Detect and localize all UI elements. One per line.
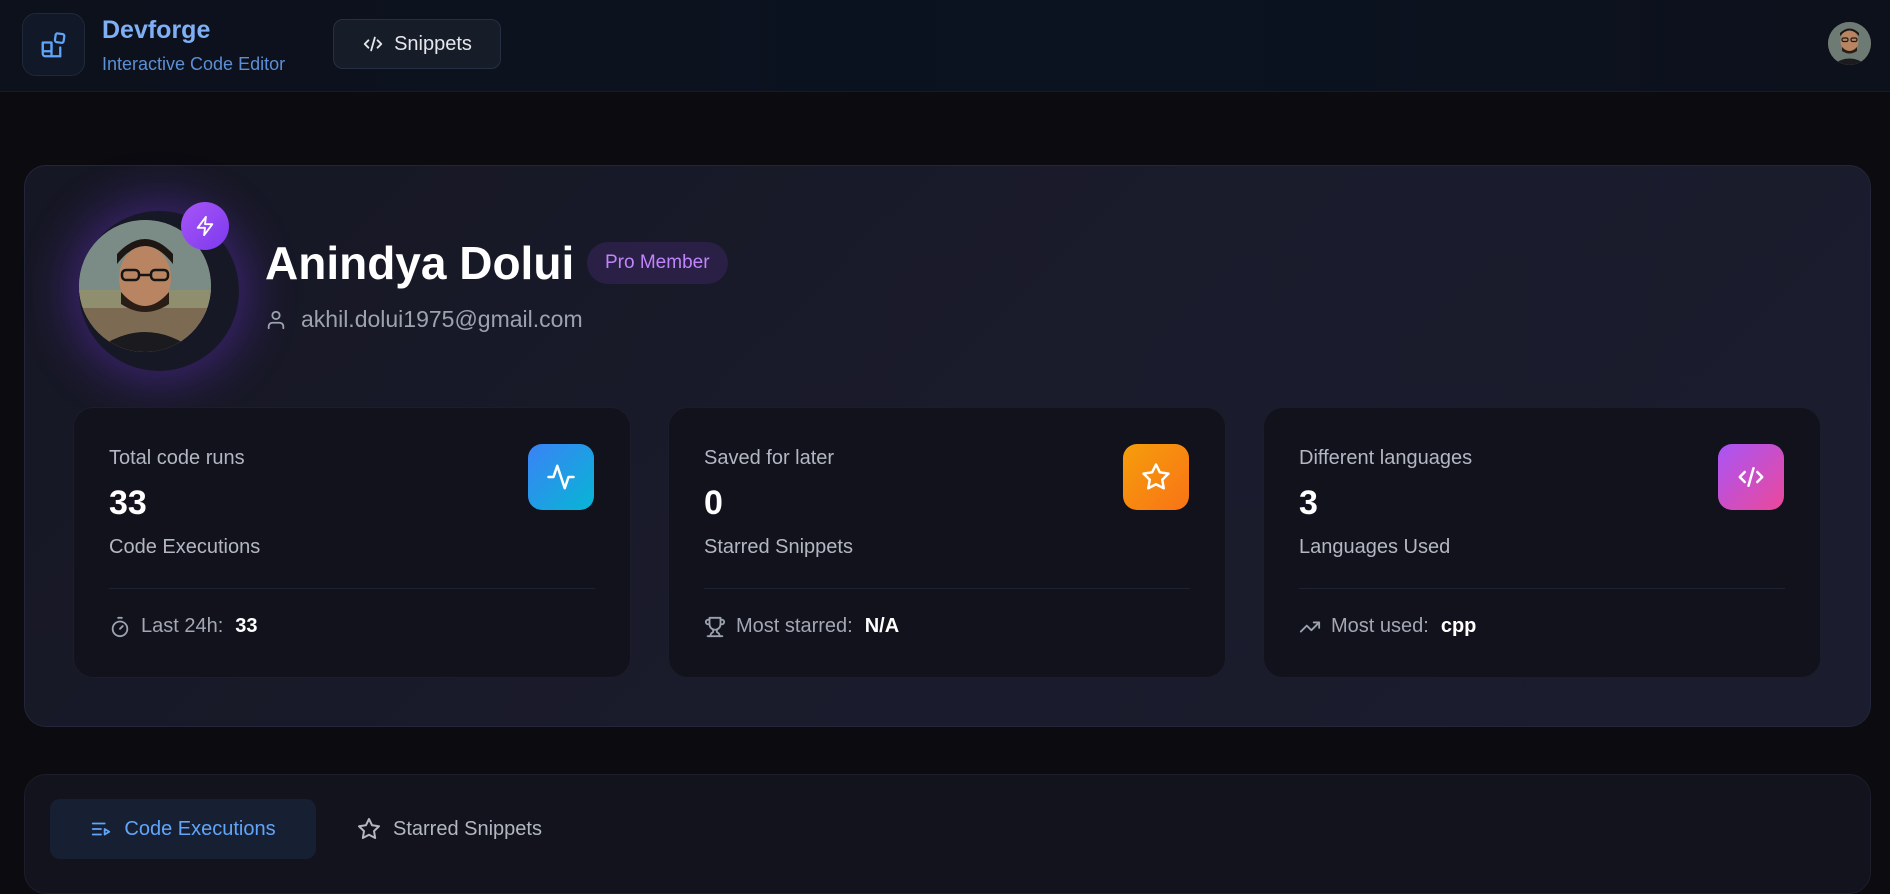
email-row: akhil.dolui1975@gmail.com [265,306,583,333]
stat-value: 0 [704,484,723,522]
stat-footer-label: Last 24h: [141,615,224,637]
code-icon [363,36,383,52]
logo[interactable] [22,13,85,76]
brand-name: Devforge [102,16,211,44]
activity-icon [547,464,575,490]
tab-label: Code Executions [124,817,276,840]
stat-sub: Starred Snippets [704,536,853,558]
stat-icon-box [528,444,594,510]
stat-footer-value: N/A [864,615,900,637]
trophy-icon [704,616,726,637]
stat-footer-value: cpp [1440,615,1477,637]
divider [109,588,595,589]
brand-subtitle: Interactive Code Editor [102,54,286,74]
stat-card-saved: Saved for later 0 Starred Snippets Most … [668,407,1226,678]
stat-footer: Most used: cpp [1299,615,1476,638]
user-avatar-button[interactable] [1828,22,1871,65]
avatar-photo [1828,22,1871,65]
stat-value: 33 [109,484,147,522]
pro-bolt-badge [181,202,229,250]
user-email: akhil.dolui1975@gmail.com [301,306,583,332]
stat-footer-label: Most starred: [736,615,853,637]
stat-footer: Last 24h: 33 [109,615,258,638]
user-name: Anindya Dolui [265,237,575,289]
stat-label: Saved for later [704,447,835,469]
tabs-card: Code Executions Starred Snippets [24,774,1871,894]
stat-sub: Languages Used [1299,536,1451,558]
user-icon [267,310,285,329]
stat-icon-box [1718,444,1784,510]
trending-up-icon [1299,621,1321,632]
stat-value: 3 [1299,484,1318,522]
list-video-icon [92,822,111,836]
top-header: Devforge Interactive Code Editor Snippet… [0,0,1890,92]
stat-card-languages: Different languages 3 Languages Used Mos… [1263,407,1821,678]
star-icon [358,818,380,840]
stat-footer: Most starred: N/A [704,615,899,638]
divider [704,588,1190,589]
stat-label: Total code runs [109,447,245,469]
pro-member-badge: Pro Member [587,242,728,284]
tab-starred-snippets[interactable]: Starred Snippets [357,799,577,859]
snippets-button-label: Snippets [394,32,472,55]
zap-icon [196,215,214,237]
stat-sub: Code Executions [109,536,261,558]
profile-card: Anindya Dolui Pro Member akhil.dolui1975… [24,165,1871,727]
stat-footer-label: Most used: [1331,615,1429,637]
timer-icon [111,616,129,637]
stat-icon-box [1123,444,1189,510]
stat-label: Different languages [1299,447,1473,469]
snippets-button[interactable]: Snippets [333,19,501,69]
tab-code-executions[interactable]: Code Executions [50,799,316,859]
divider [1299,588,1785,589]
stat-card-code-runs: Total code runs 33 Code Executions Last … [73,407,631,678]
stat-footer-value: 33 [235,615,258,637]
star-icon [1142,463,1170,490]
tab-label: Starred Snippets [393,817,542,840]
blocks-icon [41,31,65,57]
code-icon [1738,467,1764,487]
